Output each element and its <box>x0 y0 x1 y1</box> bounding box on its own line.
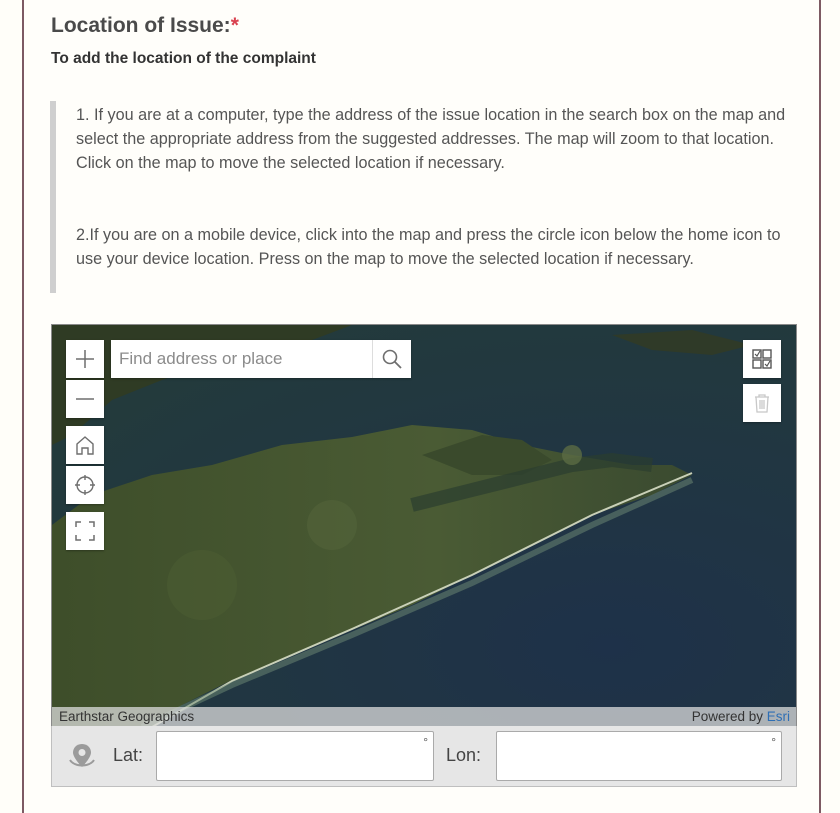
instruction-paragraph-2: 2.If you are on a mobile device, click i… <box>76 226 781 268</box>
question-subtitle: To add the location of the complaint <box>51 50 316 67</box>
satellite-imagery <box>52 325 796 727</box>
fullscreen-button[interactable] <box>66 512 104 550</box>
search-icon <box>382 349 402 369</box>
search-input[interactable] <box>111 340 372 378</box>
question-title: Location of Issue:* <box>51 14 239 38</box>
home-icon <box>76 436 94 455</box>
map-attribution: Earthstar Geographics Powered by Esri <box>52 707 796 727</box>
locate-pin-icon[interactable] <box>66 740 98 772</box>
lon-label: Lon: <box>446 745 482 765</box>
lat-input[interactable] <box>157 732 433 780</box>
address-search <box>111 340 411 378</box>
zoom-out-button[interactable] <box>66 380 104 418</box>
trash-icon <box>755 394 769 413</box>
locate-button[interactable] <box>66 466 104 504</box>
zoom-out-icon <box>76 398 94 400</box>
lat-label: Lat: <box>113 745 144 765</box>
delete-button[interactable] <box>743 384 781 422</box>
zoom-in-button[interactable] <box>66 340 104 378</box>
attribution-source: Earthstar Geographics <box>59 709 195 724</box>
required-mark: * <box>230 14 239 37</box>
question-card: Location of Issue:* To add the location … <box>22 0 821 813</box>
powered-by: Powered by Esri <box>692 709 790 724</box>
lon-degree-symbol: ° <box>771 735 776 749</box>
lat-field[interactable]: ° <box>156 731 434 781</box>
esri-link[interactable]: Esri <box>767 709 790 724</box>
instructions-block: 1. If you are at a computer, type the ad… <box>50 101 785 293</box>
instruction-paragraph-1: 1. If you are at a computer, type the ad… <box>76 106 786 172</box>
locate-icon <box>75 475 95 495</box>
fullscreen-icon <box>75 521 95 541</box>
home-button[interactable] <box>66 426 104 464</box>
lat-degree-symbol: ° <box>423 735 428 749</box>
map-view[interactable]: Earthstar Geographics Powered by Esri <box>51 324 797 728</box>
search-button[interactable] <box>372 340 411 378</box>
select-tool-icon <box>752 349 772 369</box>
coordinate-input-bar: Lat: ° Lon: ° <box>51 726 797 787</box>
select-tool-button[interactable] <box>743 340 781 378</box>
powered-by-text: Powered by <box>691 709 763 724</box>
lon-input[interactable] <box>497 732 781 780</box>
zoom-in-icon <box>76 350 94 368</box>
lon-field[interactable]: ° <box>496 731 782 781</box>
question-title-text: Location of Issue: <box>51 14 231 37</box>
